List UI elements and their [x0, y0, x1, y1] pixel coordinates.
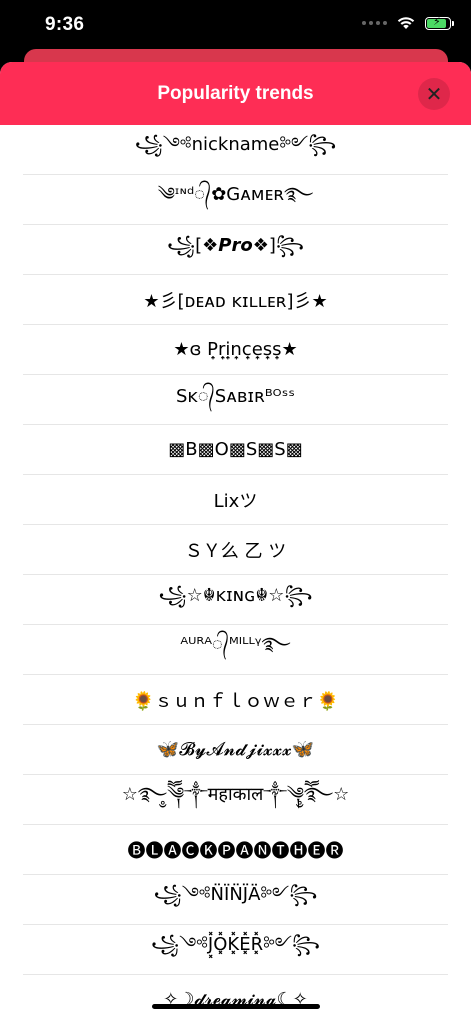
nickname-item[interactable]: ᴬᵁᴿᴬ᭄ᴹᴵᴸᴸᵞ࿐ [23, 625, 448, 675]
nickname-item[interactable]: ★彡[ᴅᴇᴀᴅ ᴋɪʟʟᴇʀ]彡★ [23, 275, 448, 325]
signal-icon [362, 21, 387, 25]
sheet-title: Popularity trends [157, 82, 314, 104]
nickname-item[interactable]: ✧☽𝓭𝓻𝓮𝓪𝓶𝓲𝓷𝓰☾✧ [23, 975, 448, 1019]
status-icons: ⚡ [362, 15, 454, 30]
sheet-header: Popularity trends ✕ [0, 62, 471, 125]
status-time: 9:36 [45, 14, 85, 35]
nickname-item[interactable]: ꧁༺J͓̽O͓̽K͓̽E͓̽R͓̽༻꧂ [23, 925, 448, 975]
nickname-item[interactable]: ＳＹ么 乙 ツ [23, 525, 448, 575]
nickname-list: ꧁༺nickname༻꧂ ༄ᶦᶰᵈ᭄✿Gᴀᴍᴇʀ࿐ ꧁[❖𝙋𝙧𝙤❖]꧂ ★彡[ᴅᴇᴀᴅ… [0, 125, 471, 1019]
nickname-item[interactable]: ꧁[❖𝙋𝙧𝙤❖]꧂ [23, 225, 448, 275]
nickname-item[interactable]: ☆࿐ཽ༵༆༒महाकाल༒༆ཽ༵࿐☆ [23, 775, 448, 825]
nickname-item[interactable]: ꧁☆☬ᴋɪɴɢ☬☆꧂ [23, 575, 448, 625]
home-indicator[interactable] [152, 1004, 320, 1009]
nickname-item[interactable]: ༄ᶦᶰᵈ᭄✿Gᴀᴍᴇʀ࿐ [23, 175, 448, 225]
nickname-item[interactable]: ꧁༺N̈ÏN̈J̈Ä༻꧂ [23, 875, 448, 925]
nickname-item[interactable]: 🦋𝓑𝔂𝓐𝓷𝓭𝓳𝓲𝔁𝔁𝔁🦋 [23, 725, 448, 775]
nickname-item[interactable]: ▩B▩O▩S▩S▩ [23, 425, 448, 475]
popularity-sheet: Popularity trends ✕ ꧁༺nickname༻꧂ ༄ᶦᶰᵈ᭄✿Gᴀ… [0, 62, 471, 1019]
nickname-item[interactable]: ꧁༺nickname༻꧂ [23, 125, 448, 175]
nickname-item[interactable]: 🌻ｓｕｎｆｌｏｗｅｒ🌻 [23, 675, 448, 725]
nickname-item[interactable]: ★ɞ P͎̣r͎̣i͎̣n͎̣c͎̣e͎̣s͎̣s͎̣★ [23, 325, 448, 375]
status-bar: 9:36 ⚡ [0, 0, 471, 50]
nickname-item[interactable]: 🅑🅛🅐🅒🅚🅟🅐🅝🅣🅗🅔🅡 [23, 825, 448, 875]
battery-charging-icon: ⚡ [425, 15, 454, 30]
close-button[interactable]: ✕ [418, 78, 450, 110]
nickname-item[interactable]: Lixツ [23, 475, 448, 525]
close-icon: ✕ [425, 82, 443, 106]
wifi-icon [397, 17, 415, 29]
nickname-item[interactable]: Sᴋ᭄Sᴀʙɪʀᴮᴼˢˢ [23, 375, 448, 425]
